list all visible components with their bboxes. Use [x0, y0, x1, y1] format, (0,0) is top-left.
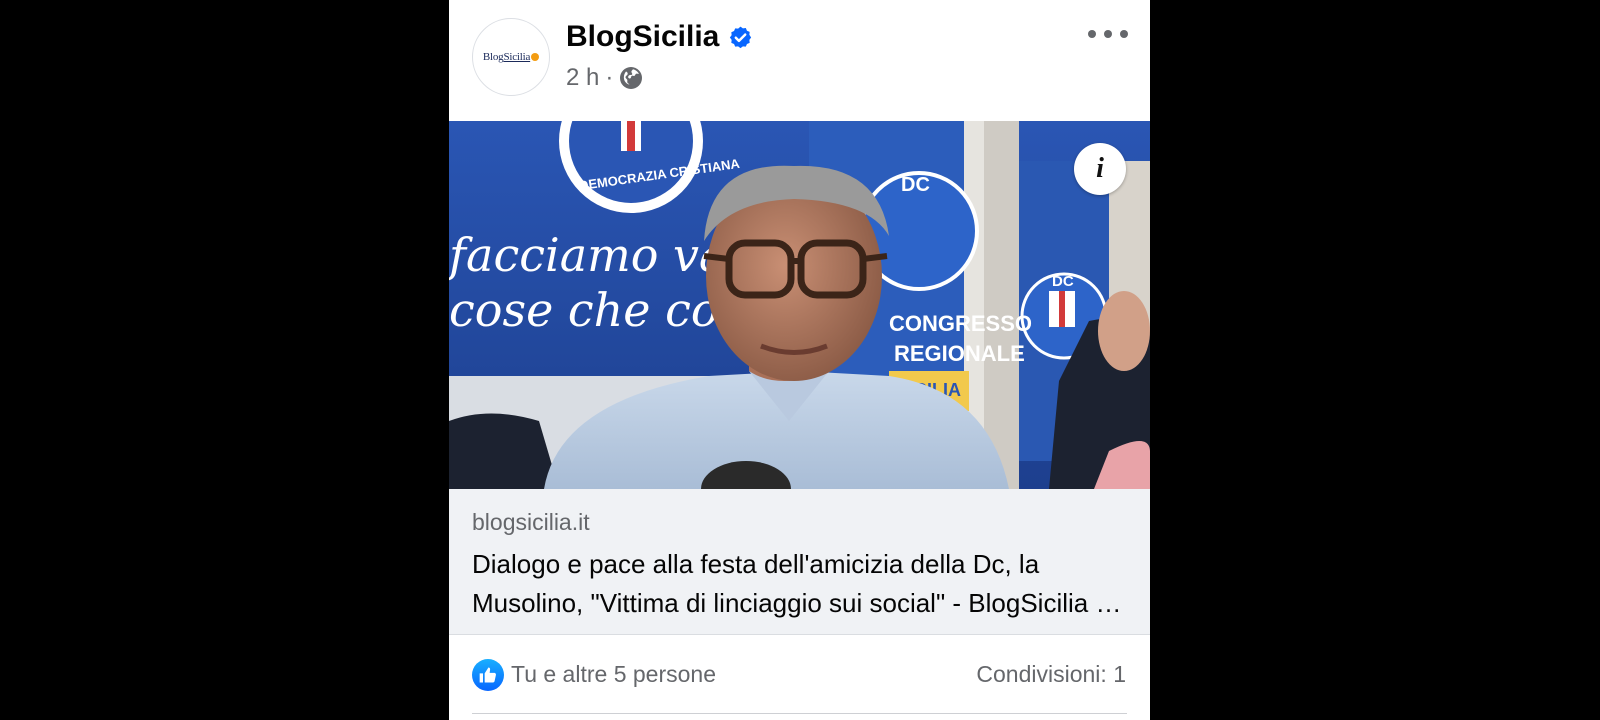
post-timestamp[interactable]: 2 h	[566, 64, 599, 92]
reactions-bar: Tu e altre 5 persone Condivisioni: 1	[449, 635, 1150, 715]
share-count[interactable]: Condivisioni: 1	[976, 661, 1126, 688]
page-name[interactable]: BlogSicilia	[566, 20, 753, 54]
reaction-summary[interactable]: Tu e altre 5 persone	[511, 661, 716, 688]
avatar-logo: BlogSicilia	[483, 51, 540, 63]
link-headline[interactable]: Dialogo e pace alla festa dell'amicizia …	[472, 545, 1127, 623]
post-meta: 2 h ·	[566, 64, 643, 92]
meta-separator: ·	[605, 64, 614, 91]
congress-line-2: REGIONALE	[894, 341, 1025, 366]
more-dot-icon	[1088, 30, 1096, 38]
news-photo: DEMOCRAZIA CRISTIANA DC DC facciamo vale…	[449, 121, 1150, 489]
like-reaction-icon[interactable]	[472, 659, 504, 691]
verified-badge-icon	[730, 26, 752, 48]
link-preview-card[interactable]: blogsicilia.it Dialogo e pace alla festa…	[449, 489, 1150, 635]
more-dot-icon	[1120, 30, 1128, 38]
image-info-icon[interactable]: i	[1074, 143, 1126, 195]
divider	[472, 713, 1127, 714]
page-avatar[interactable]: BlogSicilia	[472, 18, 550, 96]
dc-label-1: DC	[901, 174, 930, 196]
page-name-text[interactable]: BlogSicilia	[566, 20, 719, 54]
post-card: BlogSicilia BlogSicilia 2 h · DEMOCRAZIA…	[449, 0, 1150, 720]
link-domain: blogsicilia.it	[472, 509, 590, 535]
congress-line-1: CONGRESSO	[889, 311, 1032, 336]
link-preview-image[interactable]: DEMOCRAZIA CRISTIANA DC DC facciamo vale…	[449, 121, 1150, 489]
more-dot-icon	[1104, 30, 1112, 38]
more-options-button[interactable]	[1088, 24, 1128, 44]
dc-label-2: DC	[1052, 273, 1074, 290]
post-header: BlogSicilia BlogSicilia 2 h ·	[449, 0, 1150, 121]
globe-icon	[620, 67, 643, 89]
